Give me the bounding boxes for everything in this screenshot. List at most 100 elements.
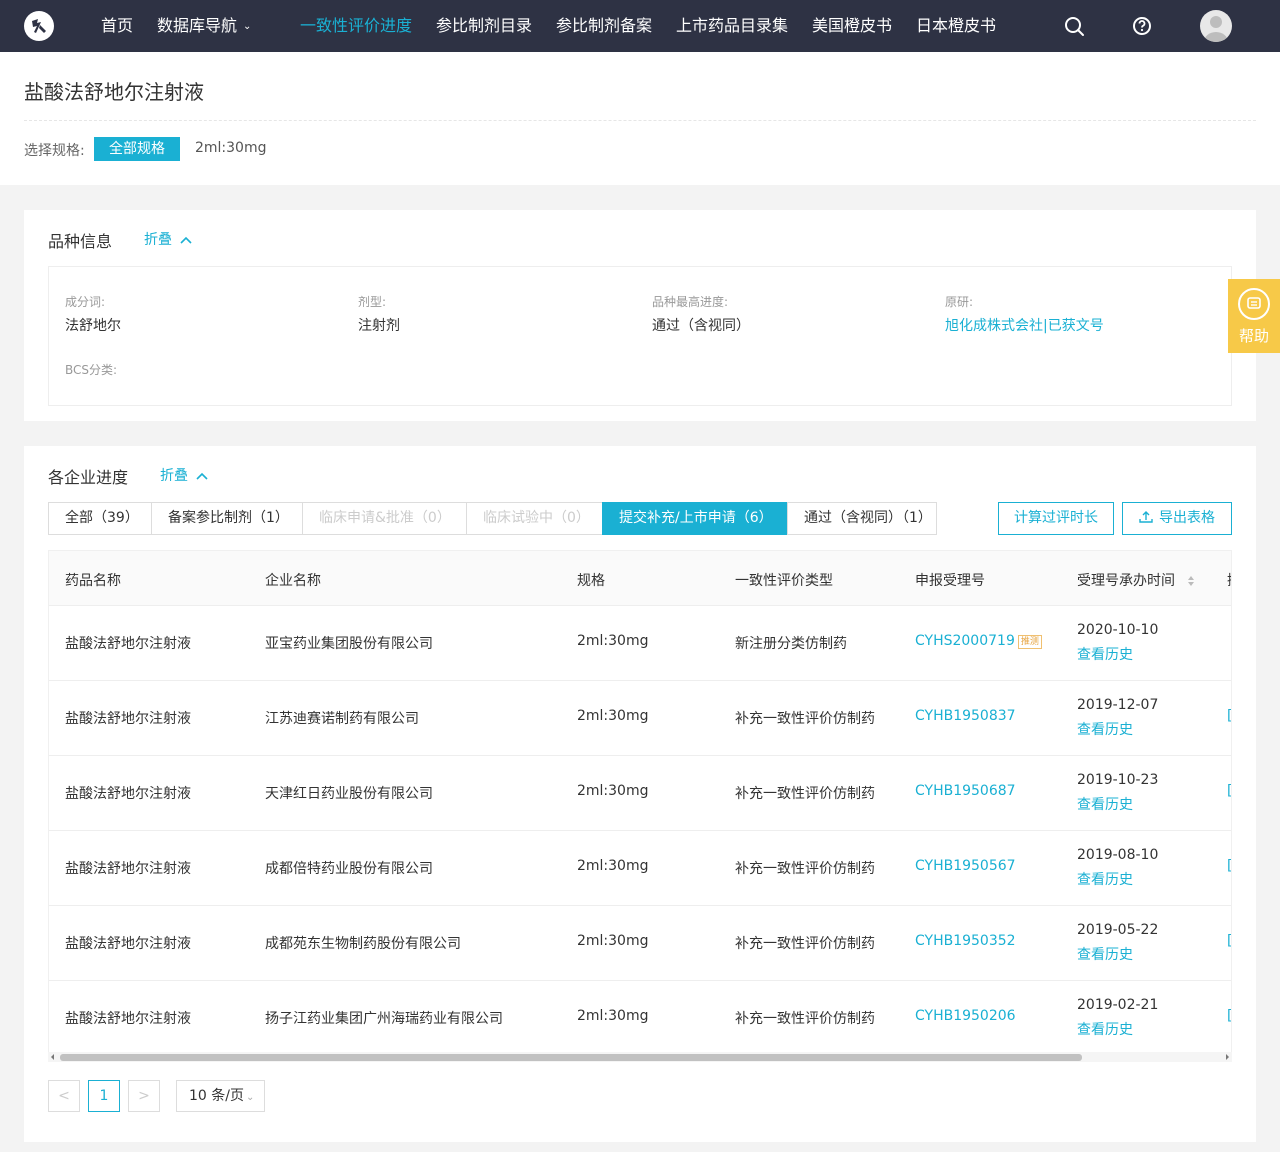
cell-application-code[interactable]: CYHB1950206 (915, 1008, 1016, 1024)
progress-label: 品种最高进度: (652, 295, 729, 309)
operation-link-cut[interactable]: [] (1227, 933, 1231, 949)
view-history-link[interactable]: 查看历史 (1077, 944, 1133, 964)
logo[interactable] (24, 11, 54, 41)
original-value-link[interactable]: 旭化成株式会社|已获文号 (945, 315, 1104, 335)
col-operation: 操 (1227, 570, 1231, 590)
table-row: 盐酸法舒地尔注射液 天津红日药业股份有限公司 2ml:30mg 补充一致性评价仿… (49, 756, 1231, 831)
col-accept-time[interactable]: 受理号承办时间 (1077, 570, 1195, 590)
tab-passed[interactable]: 通过（含视同）（1） (787, 502, 937, 535)
view-history-link[interactable]: 查看历史 (1077, 1019, 1133, 1039)
col-drug-name: 药品名称 (65, 573, 121, 589)
tab-reference-filing[interactable]: 备案参比制剂（1） (151, 502, 303, 535)
help-float-button[interactable]: 帮助 (1228, 279, 1280, 353)
cell-company-name: 扬子江药业集团广州海瑞药业有限公司 (265, 1011, 503, 1027)
tab-clinical-application[interactable]: 临床申请&批准（0） (302, 502, 467, 535)
view-history-link[interactable]: 查看历史 (1077, 869, 1133, 889)
nav-jp-orange-book[interactable]: 日本橙皮书 (916, 0, 996, 52)
progress-tabs: 全部（39） 备案参比制剂（1） 临床申请&批准（0） 临床试验中（0） 提交补… (48, 502, 937, 535)
scrollbar-thumb[interactable] (60, 1054, 1082, 1061)
sort-icon[interactable] (1187, 575, 1195, 587)
view-history-link[interactable]: 查看历史 (1077, 644, 1133, 664)
chat-lines-icon (1247, 297, 1261, 309)
dosage-value: 注射剂 (358, 318, 400, 334)
tab-submitted[interactable]: 提交补充/上市申请（6） (602, 502, 788, 535)
logo-icon (32, 19, 46, 33)
cell-company-name: 江苏迪赛诺制药有限公司 (265, 711, 419, 727)
nav-jp-orange-book-label: 日本橙皮书 (916, 16, 997, 35)
user-icon (1204, 16, 1228, 42)
tab-clinical-trial[interactable]: 临床试验中（0） (466, 502, 603, 535)
page-size-select[interactable]: 10 条/页 ⌄ (176, 1080, 265, 1112)
company-progress-title: 各企业进度 (48, 468, 129, 487)
page-size-value: 10 条/页 (189, 1088, 244, 1104)
cell-spec: 2ml:30mg (577, 633, 649, 649)
col-consistency-type: 一致性评价类型 (735, 573, 833, 589)
nav-consistency-label: 一致性评价进度 (300, 16, 413, 35)
bcs-label: BCS分类: (65, 363, 118, 377)
scroll-right-icon[interactable] (1225, 1052, 1230, 1062)
cell-accept-date: 2019-05-22 (1077, 922, 1159, 938)
nav-reference-filing-label: 参比制剂备案 (556, 16, 653, 35)
nav-home[interactable]: 首页 (101, 0, 133, 52)
page-1-button[interactable]: 1 (88, 1080, 120, 1112)
search-icon[interactable] (1062, 14, 1086, 38)
nav-reference-filing[interactable]: 参比制剂备案 (556, 0, 652, 52)
help-chat-icon (1238, 288, 1270, 320)
nav-marketed-drugs-label: 上市药品目录集 (676, 16, 789, 35)
cell-spec: 2ml:30mg (577, 933, 649, 949)
variety-fold-toggle[interactable]: 折叠 (144, 229, 192, 249)
operation-link-cut[interactable]: [] (1227, 858, 1231, 874)
help-circle-icon[interactable] (1130, 14, 1154, 38)
spec-all-button[interactable]: 全部规格 (94, 137, 180, 161)
cell-consistency-type: 新注册分类仿制药 (735, 636, 847, 652)
variety-info-card: 品种信息 折叠 成分词: 法舒地尔 剂型: 注射剂 品种最高进度: 通过（含视同… (24, 210, 1256, 421)
tab-all[interactable]: 全部（39） (48, 502, 152, 535)
spec-select-label: 选择规格: (24, 143, 85, 159)
nav-marketed-drugs[interactable]: 上市药品目录集 (676, 0, 788, 52)
prev-page-button[interactable]: < (48, 1080, 80, 1112)
cell-spec: 2ml:30mg (577, 708, 649, 724)
export-button-label: 导出表格 (1159, 510, 1215, 526)
table-row: 盐酸法舒地尔注射液 成都倍特药业股份有限公司 2ml:30mg 补充一致性评价仿… (49, 831, 1231, 906)
cell-consistency-type: 补充一致性评价仿制药 (735, 1011, 875, 1027)
cell-drug-name: 盐酸法舒地尔注射液 (65, 936, 191, 952)
nav-us-orange-book-label: 美国橙皮书 (812, 16, 893, 35)
cell-drug-name: 盐酸法舒地尔注射液 (65, 786, 191, 802)
nav-reference-catalog[interactable]: 参比制剂目录 (436, 0, 532, 52)
scroll-left-icon[interactable] (50, 1052, 55, 1062)
operation-link-cut[interactable]: [] (1227, 1008, 1231, 1024)
operation-link-cut[interactable]: [] (1227, 708, 1231, 724)
cell-application-code[interactable]: CYHB1950352 (915, 933, 1016, 949)
cell-application-code[interactable]: CYHB1950837 (915, 708, 1016, 724)
table-horizontal-scrollbar[interactable] (48, 1052, 1232, 1062)
view-history-link[interactable]: 查看历史 (1077, 719, 1133, 739)
cell-company-name: 亚宝药业集团股份有限公司 (265, 636, 433, 652)
company-fold-toggle[interactable]: 折叠 (160, 465, 208, 485)
nav-reference-catalog-label: 参比制剂目录 (436, 16, 533, 35)
nav-us-orange-book[interactable]: 美国橙皮书 (812, 0, 892, 52)
cell-application-code[interactable]: CYHB1950687 (915, 783, 1016, 799)
cell-company-name: 成都苑东生物制药股份有限公司 (265, 936, 461, 952)
cell-application-code[interactable]: CYHB1950567 (915, 858, 1016, 874)
export-table-button[interactable]: 导出表格 (1122, 502, 1232, 535)
cell-spec: 2ml:30mg (577, 783, 649, 799)
nav-consistency-progress[interactable]: 一致性评价进度 (300, 0, 412, 52)
variety-info-box: 成分词: 法舒地尔 剂型: 注射剂 品种最高进度: 通过（含视同） 原研: 旭化… (48, 266, 1232, 406)
variety-info-title: 品种信息 (48, 232, 113, 251)
spec-option-button[interactable]: 2ml:30mg (195, 140, 267, 156)
cell-accept-date: 2019-10-23 (1077, 772, 1159, 788)
calc-duration-button[interactable]: 计算过评时长 (998, 502, 1114, 535)
help-label: 帮助 (1238, 327, 1269, 345)
table-row: 盐酸法舒地尔注射液 亚宝药业集团股份有限公司 2ml:30mg 新注册分类仿制药… (49, 606, 1231, 681)
view-history-link[interactable]: 查看历史 (1077, 794, 1133, 814)
next-page-button[interactable]: > (128, 1080, 160, 1112)
col-spec: 规格 (577, 573, 605, 589)
cell-accept-date: 2019-12-07 (1077, 697, 1159, 713)
cell-application-code[interactable]: CYHS2000719 推测 (915, 633, 1042, 649)
avatar[interactable] (1200, 10, 1232, 42)
nav-database[interactable]: 数据库导航 ⌄ (157, 0, 251, 52)
application-code-text: CYHS2000719 (915, 633, 1015, 649)
operation-link-cut[interactable]: [] (1227, 783, 1231, 799)
table-row: 盐酸法舒地尔注射液 成都苑东生物制药股份有限公司 2ml:30mg 补充一致性评… (49, 906, 1231, 981)
cell-drug-name: 盐酸法舒地尔注射液 (65, 1011, 191, 1027)
